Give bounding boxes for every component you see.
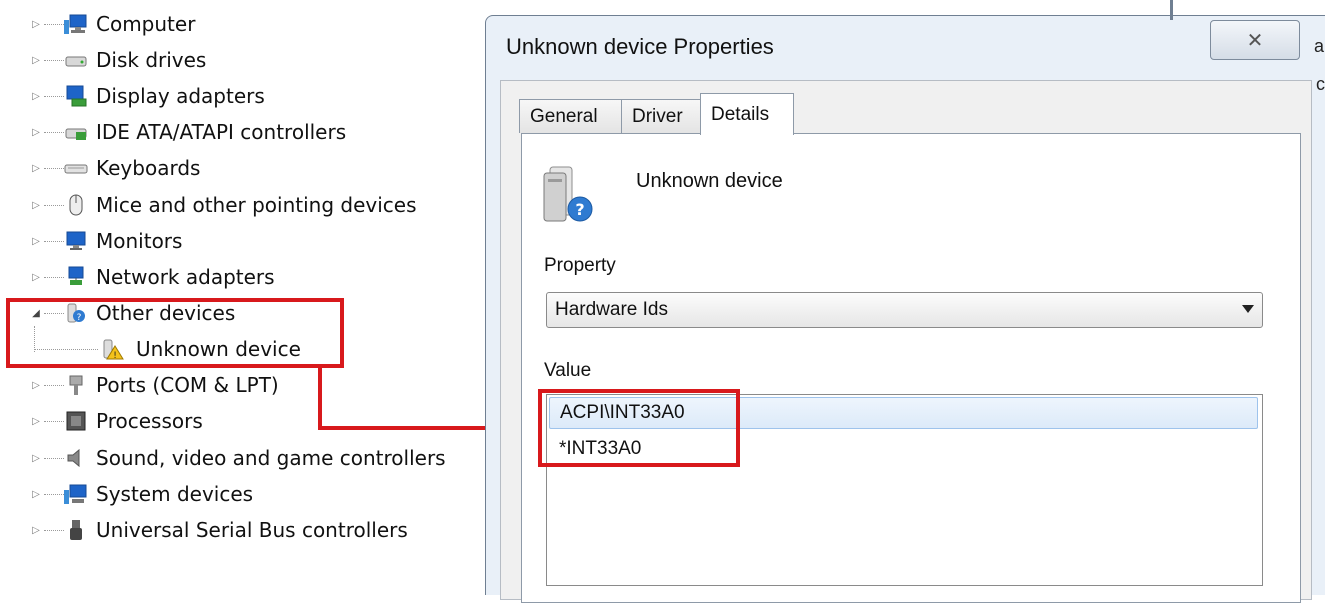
tree-expand-icon[interactable]: ▷ — [30, 162, 42, 174]
highlight-box-tree — [6, 298, 344, 368]
tree-item[interactable]: ▷ Display adapters — [0, 78, 480, 114]
disk-drive-icon — [65, 56, 87, 67]
processor-icon — [66, 411, 86, 431]
tree-expand-icon[interactable]: ▷ — [30, 54, 42, 66]
unknown-device-large-icon: ? — [543, 166, 593, 222]
tree-item-label: Mice and other pointing devices — [96, 193, 417, 217]
tab-general-label: General — [530, 105, 598, 127]
tree-connector — [44, 205, 64, 207]
dialog-title: Unknown device Properties — [506, 34, 774, 59]
tab-driver-label: Driver — [632, 105, 683, 127]
ide-controller-icon — [65, 128, 87, 140]
tree-item-label: Sound, video and game controllers — [96, 446, 446, 470]
tree-connector — [44, 530, 64, 532]
tree-item-label: IDE ATA/ATAPI controllers — [96, 120, 347, 144]
close-button[interactable]: ✕ — [1210, 20, 1300, 60]
tree-item-label: Monitors — [96, 229, 183, 253]
tree-item[interactable]: ▷ Processors — [0, 403, 480, 439]
property-label: Property — [544, 255, 616, 276]
svg-text:?: ? — [575, 200, 584, 219]
tree-expand-icon[interactable]: ▷ — [30, 415, 42, 427]
tree-connector — [44, 241, 64, 243]
tree-item-label: System devices — [96, 482, 254, 506]
highlight-box-values — [538, 389, 740, 467]
tree-connector — [44, 24, 64, 26]
tree-item[interactable]: ▷ Network adapters — [0, 259, 480, 295]
tree-expand-icon[interactable]: ▷ — [30, 452, 42, 464]
tree-expand-icon[interactable]: ▷ — [30, 524, 42, 536]
system-device-icon — [64, 484, 87, 504]
tab-general[interactable]: General — [519, 99, 622, 133]
tree-connector — [44, 458, 64, 460]
tree-item-label: Display adapters — [96, 84, 265, 108]
tree-item[interactable]: ▷ Universal Serial Bus controllers — [0, 512, 480, 548]
tree-connector — [44, 494, 64, 496]
tree-expand-icon[interactable]: ▷ — [30, 199, 42, 211]
tree-item[interactable]: ▷ Monitors — [0, 223, 480, 259]
close-icon: ✕ — [1246, 28, 1264, 52]
chevron-down-icon — [1242, 305, 1254, 313]
tree-expand-icon[interactable]: ▷ — [30, 488, 42, 500]
tree-item[interactable]: ▷ Disk drives — [0, 42, 480, 78]
tree-item[interactable]: ▷ Mice and other pointing devices — [0, 187, 480, 223]
tree-item[interactable]: ▷ System devices — [0, 476, 480, 512]
tree-expand-icon[interactable]: ▷ — [30, 235, 42, 247]
tree-expand-icon[interactable]: ▷ — [30, 126, 42, 138]
tree-connector — [44, 277, 64, 279]
tab-details-label: Details — [711, 103, 770, 125]
tree-expand-icon[interactable]: ▷ — [30, 90, 42, 102]
tree-item-label: Disk drives — [96, 48, 207, 72]
tree-expand-icon[interactable]: ▷ — [30, 18, 42, 30]
property-dropdown[interactable]: Hardware Ids — [546, 292, 1263, 328]
tree-expand-icon[interactable]: ▷ — [30, 271, 42, 283]
speaker-icon — [67, 448, 80, 468]
monitor-icon — [66, 231, 86, 250]
tree-item[interactable]: ▷ Sound, video and game controllers — [0, 440, 480, 476]
tree-connector — [44, 60, 64, 62]
background-window-char-a: a — [1314, 36, 1325, 56]
network-adapter-icon — [68, 266, 84, 285]
property-dropdown-value: Hardware Ids — [555, 299, 668, 320]
device-manager-tree: ▷ Computer ▷ Disk drives ▷ Display adapters ▷ I… — [0, 0, 480, 586]
tree-item-label: Processors — [96, 409, 203, 433]
tab-driver[interactable]: Driver — [621, 99, 701, 133]
tree-item-label: Network adapters — [96, 265, 275, 289]
mouse-icon — [69, 194, 83, 216]
tree-connector — [44, 385, 64, 387]
usb-icon — [70, 520, 82, 540]
tree-connector — [44, 96, 64, 98]
tree-expand-icon[interactable]: ▷ — [30, 379, 42, 391]
value-label: Value — [544, 360, 592, 381]
keyboard-icon — [64, 164, 88, 174]
tree-item-label: Universal Serial Bus controllers — [96, 518, 408, 542]
device-name: Unknown device — [636, 170, 783, 192]
tree-connector — [44, 168, 64, 170]
port-icon — [69, 375, 83, 395]
background-window-char-c: c — [1316, 74, 1325, 94]
tree-item[interactable]: ▷ Ports (COM & LPT) — [0, 367, 480, 403]
tree-connector — [44, 421, 64, 423]
tree-connector — [44, 132, 64, 134]
computer-icon — [64, 14, 87, 34]
tree-item-label: Ports (COM & LPT) — [96, 373, 279, 397]
tree-item[interactable]: ▷ Keyboards — [0, 150, 480, 186]
tab-details[interactable]: Details — [700, 93, 794, 135]
tree-item-label: Computer — [96, 12, 196, 36]
display-adapter-icon — [66, 85, 87, 107]
tree-item[interactable]: ▷ Computer — [0, 6, 480, 42]
tree-item[interactable]: ▷ IDE ATA/ATAPI controllers — [0, 114, 480, 150]
highlight-connector-vertical — [318, 366, 322, 430]
tree-item-label: Keyboards — [96, 156, 201, 180]
background-window-edge — [1170, 0, 1173, 20]
